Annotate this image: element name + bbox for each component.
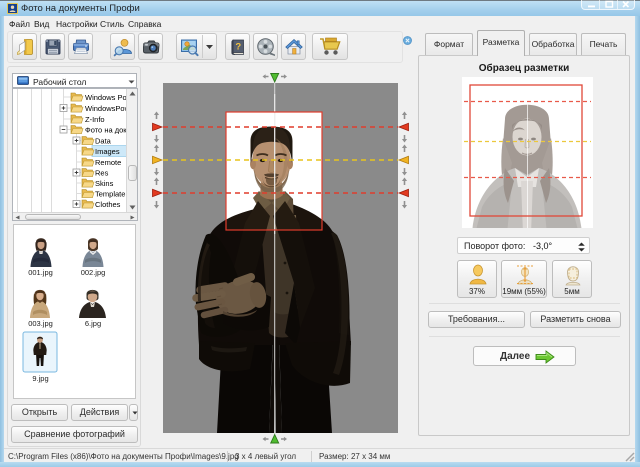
svg-text:?: ? bbox=[235, 42, 241, 53]
svg-text:Data: Data bbox=[95, 137, 112, 146]
svg-text:Clothes: Clothes bbox=[95, 200, 121, 209]
svg-text:Remote: Remote bbox=[95, 158, 121, 167]
svg-text:WindowsPow: WindowsPow bbox=[85, 104, 131, 113]
svg-text:Template: Template bbox=[95, 190, 125, 199]
svg-text:Res: Res bbox=[95, 169, 109, 178]
svg-text:Z-Info: Z-Info bbox=[85, 115, 105, 124]
svg-text:9.jpg: 9.jpg bbox=[32, 374, 48, 383]
svg-text:6.jpg: 6.jpg bbox=[85, 319, 101, 328]
svg-text:Windows Po: Windows Po bbox=[85, 93, 127, 102]
svg-text:Фото на док: Фото на док bbox=[85, 126, 127, 135]
svg-text:002.jpg: 002.jpg bbox=[81, 268, 106, 277]
svg-text:Skins: Skins bbox=[95, 179, 114, 188]
svg-text:003.jpg: 003.jpg bbox=[28, 319, 53, 328]
svg-text:Images: Images bbox=[95, 147, 120, 156]
svg-text:001.jpg: 001.jpg bbox=[28, 268, 53, 277]
